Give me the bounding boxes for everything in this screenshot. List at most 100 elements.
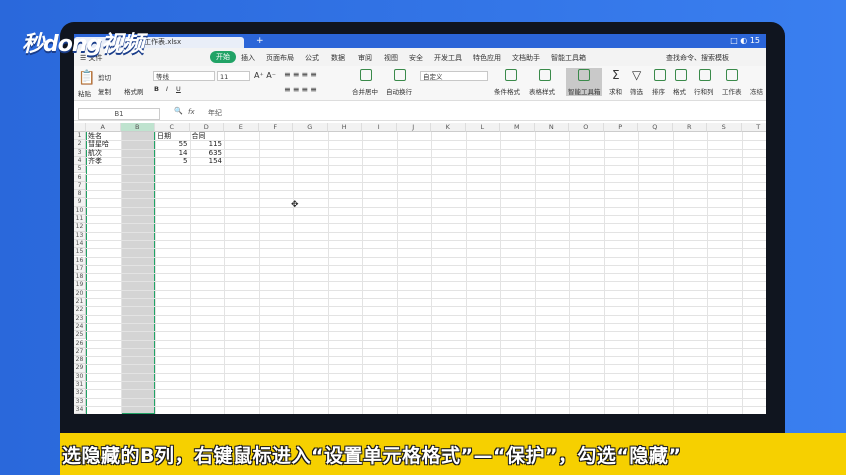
number-format-select[interactable]: 自定义 <box>420 71 488 81</box>
cell-d1[interactable]: 合同 <box>192 132 223 140</box>
select-all-corner[interactable] <box>74 123 86 132</box>
column-header-f[interactable]: F <box>258 123 293 132</box>
row-header-17[interactable]: 17 <box>74 264 86 274</box>
column-header-p[interactable]: P <box>603 123 638 132</box>
row-header-6[interactable]: 6 <box>74 173 86 182</box>
cell-c2[interactable]: 55 <box>157 140 188 148</box>
rows-cols-button[interactable]: 行和列 <box>694 86 714 96</box>
increase-font-icon[interactable]: A⁺ A⁻ <box>254 71 276 80</box>
sort-icon[interactable] <box>654 69 666 81</box>
format-icon[interactable] <box>675 69 687 81</box>
row-header-16[interactable]: 16 <box>74 256 86 265</box>
column-header-m[interactable]: M <box>500 123 535 132</box>
font-size-select[interactable]: 11 <box>217 71 250 81</box>
row-header-29[interactable]: 29 <box>74 364 86 373</box>
copy-button[interactable]: 复制 <box>98 86 111 96</box>
row-header-30[interactable]: 30 <box>74 372 86 381</box>
column-header-q[interactable]: Q <box>638 123 673 132</box>
freeze-button[interactable]: 冻结 <box>750 86 763 96</box>
column-header-l[interactable]: L <box>465 123 500 132</box>
font-name-select[interactable]: 等线 <box>153 71 215 81</box>
smart-toolbox-icon[interactable] <box>578 69 590 81</box>
row-header-33[interactable]: 33 <box>74 397 86 406</box>
formula-input[interactable]: 年纪 <box>208 108 222 118</box>
merge-center-icon[interactable] <box>360 69 372 81</box>
column-header-t[interactable]: T <box>741 123 766 132</box>
cond-format-button[interactable]: 条件格式 <box>494 86 520 96</box>
sheet-icon[interactable] <box>726 69 738 81</box>
row-header-9[interactable]: 9 <box>74 198 86 207</box>
row-header-3[interactable]: 3 <box>74 148 86 157</box>
window-controls[interactable]: □ ◐ 15 <box>730 36 760 45</box>
cell-a3[interactable]: 航次 <box>88 149 119 157</box>
format-button[interactable]: 格式 <box>673 86 686 96</box>
wrap-text-icon[interactable] <box>394 69 406 81</box>
smart-toolbox-button[interactable]: 智能工具箱 <box>568 86 601 96</box>
column-header-r[interactable]: R <box>672 123 707 132</box>
tab-security[interactable]: 安全 <box>409 53 423 63</box>
row-header-22[interactable]: 22 <box>74 306 86 315</box>
new-tab-button[interactable]: + <box>256 36 264 46</box>
row-header-21[interactable]: 21 <box>74 298 86 307</box>
merge-center-button[interactable]: 合并居中 <box>352 86 378 96</box>
zoom-icon[interactable]: 🔍 <box>174 107 183 115</box>
column-header-d[interactable]: D <box>189 123 224 132</box>
row-header-20[interactable]: 20 <box>74 289 86 298</box>
align-icons-row2[interactable]: ≡≡≡≡ <box>284 85 319 94</box>
column-header-g[interactable]: G <box>293 123 328 132</box>
sum-icon[interactable]: Σ <box>612 68 620 82</box>
tab-review[interactable]: 审阅 <box>358 53 372 63</box>
sum-button[interactable]: 求和 <box>609 86 622 96</box>
align-icons[interactable]: ≡≡≡≡ <box>284 70 319 79</box>
tab-formula[interactable]: 公式 <box>305 53 319 63</box>
row-header-7[interactable]: 7 <box>74 181 86 191</box>
row-header-23[interactable]: 23 <box>74 314 86 323</box>
row-header-18[interactable]: 18 <box>74 273 86 282</box>
cell-a4[interactable]: 齐孝 <box>88 157 119 165</box>
row-header-5[interactable]: 5 <box>74 165 86 174</box>
rows-cols-icon[interactable] <box>699 69 711 81</box>
row-header-32[interactable]: 32 <box>74 389 86 398</box>
tab-page-layout[interactable]: 页面布局 <box>266 53 294 63</box>
row-header-15[interactable]: 15 <box>74 248 86 257</box>
filter-icon[interactable]: ▽ <box>632 68 641 82</box>
column-header-s[interactable]: S <box>707 123 742 132</box>
format-painter-button[interactable]: 格式刷 <box>124 86 144 96</box>
row-header-13[interactable]: 13 <box>74 231 86 240</box>
search-commands[interactable]: 查找命令、搜索模板 <box>666 53 729 63</box>
row-header-10[interactable]: 10 <box>74 206 86 215</box>
tab-insert[interactable]: 插入 <box>241 53 255 63</box>
cell-c1[interactable]: 日期 <box>157 132 188 140</box>
column-header-h[interactable]: H <box>327 123 362 132</box>
selected-column-b[interactable] <box>121 123 155 414</box>
cell-a1[interactable]: 姓名 <box>88 132 119 140</box>
cell-d3[interactable]: 635 <box>192 149 222 157</box>
row-header-34[interactable]: 34 <box>74 405 86 414</box>
row-header-31[interactable]: 31 <box>74 381 86 390</box>
column-header-b[interactable]: B <box>120 123 155 132</box>
table-style-button[interactable]: 表格样式 <box>529 86 555 96</box>
row-header-19[interactable]: 19 <box>74 281 86 290</box>
cut-button[interactable]: 剪切 <box>98 72 111 82</box>
row-header-26[interactable]: 26 <box>74 339 86 348</box>
tab-view[interactable]: 视图 <box>384 53 398 63</box>
underline-button[interactable]: U <box>176 85 181 93</box>
column-header-o[interactable]: O <box>569 123 604 132</box>
bold-button[interactable]: B <box>154 85 159 93</box>
row-header-8[interactable]: 8 <box>74 190 86 199</box>
row-header-14[interactable]: 14 <box>74 239 86 249</box>
wrap-text-button[interactable]: 自动换行 <box>386 86 412 96</box>
cell-d4[interactable]: 154 <box>192 157 222 165</box>
row-header-27[interactable]: 27 <box>74 347 86 357</box>
row-header-1[interactable]: 1 <box>74 132 86 141</box>
sort-button[interactable]: 排序 <box>652 86 665 96</box>
cond-format-icon[interactable] <box>505 69 517 81</box>
tab-doc-assistant[interactable]: 文档助手 <box>512 53 540 63</box>
filter-button[interactable]: 筛选 <box>630 86 643 96</box>
tab-features[interactable]: 特色应用 <box>473 53 501 63</box>
row-header-28[interactable]: 28 <box>74 356 86 365</box>
cell-c3[interactable]: 14 <box>157 149 188 157</box>
row-header-25[interactable]: 25 <box>74 331 86 340</box>
column-header-i[interactable]: I <box>362 123 397 132</box>
tab-data[interactable]: 数据 <box>331 53 345 63</box>
